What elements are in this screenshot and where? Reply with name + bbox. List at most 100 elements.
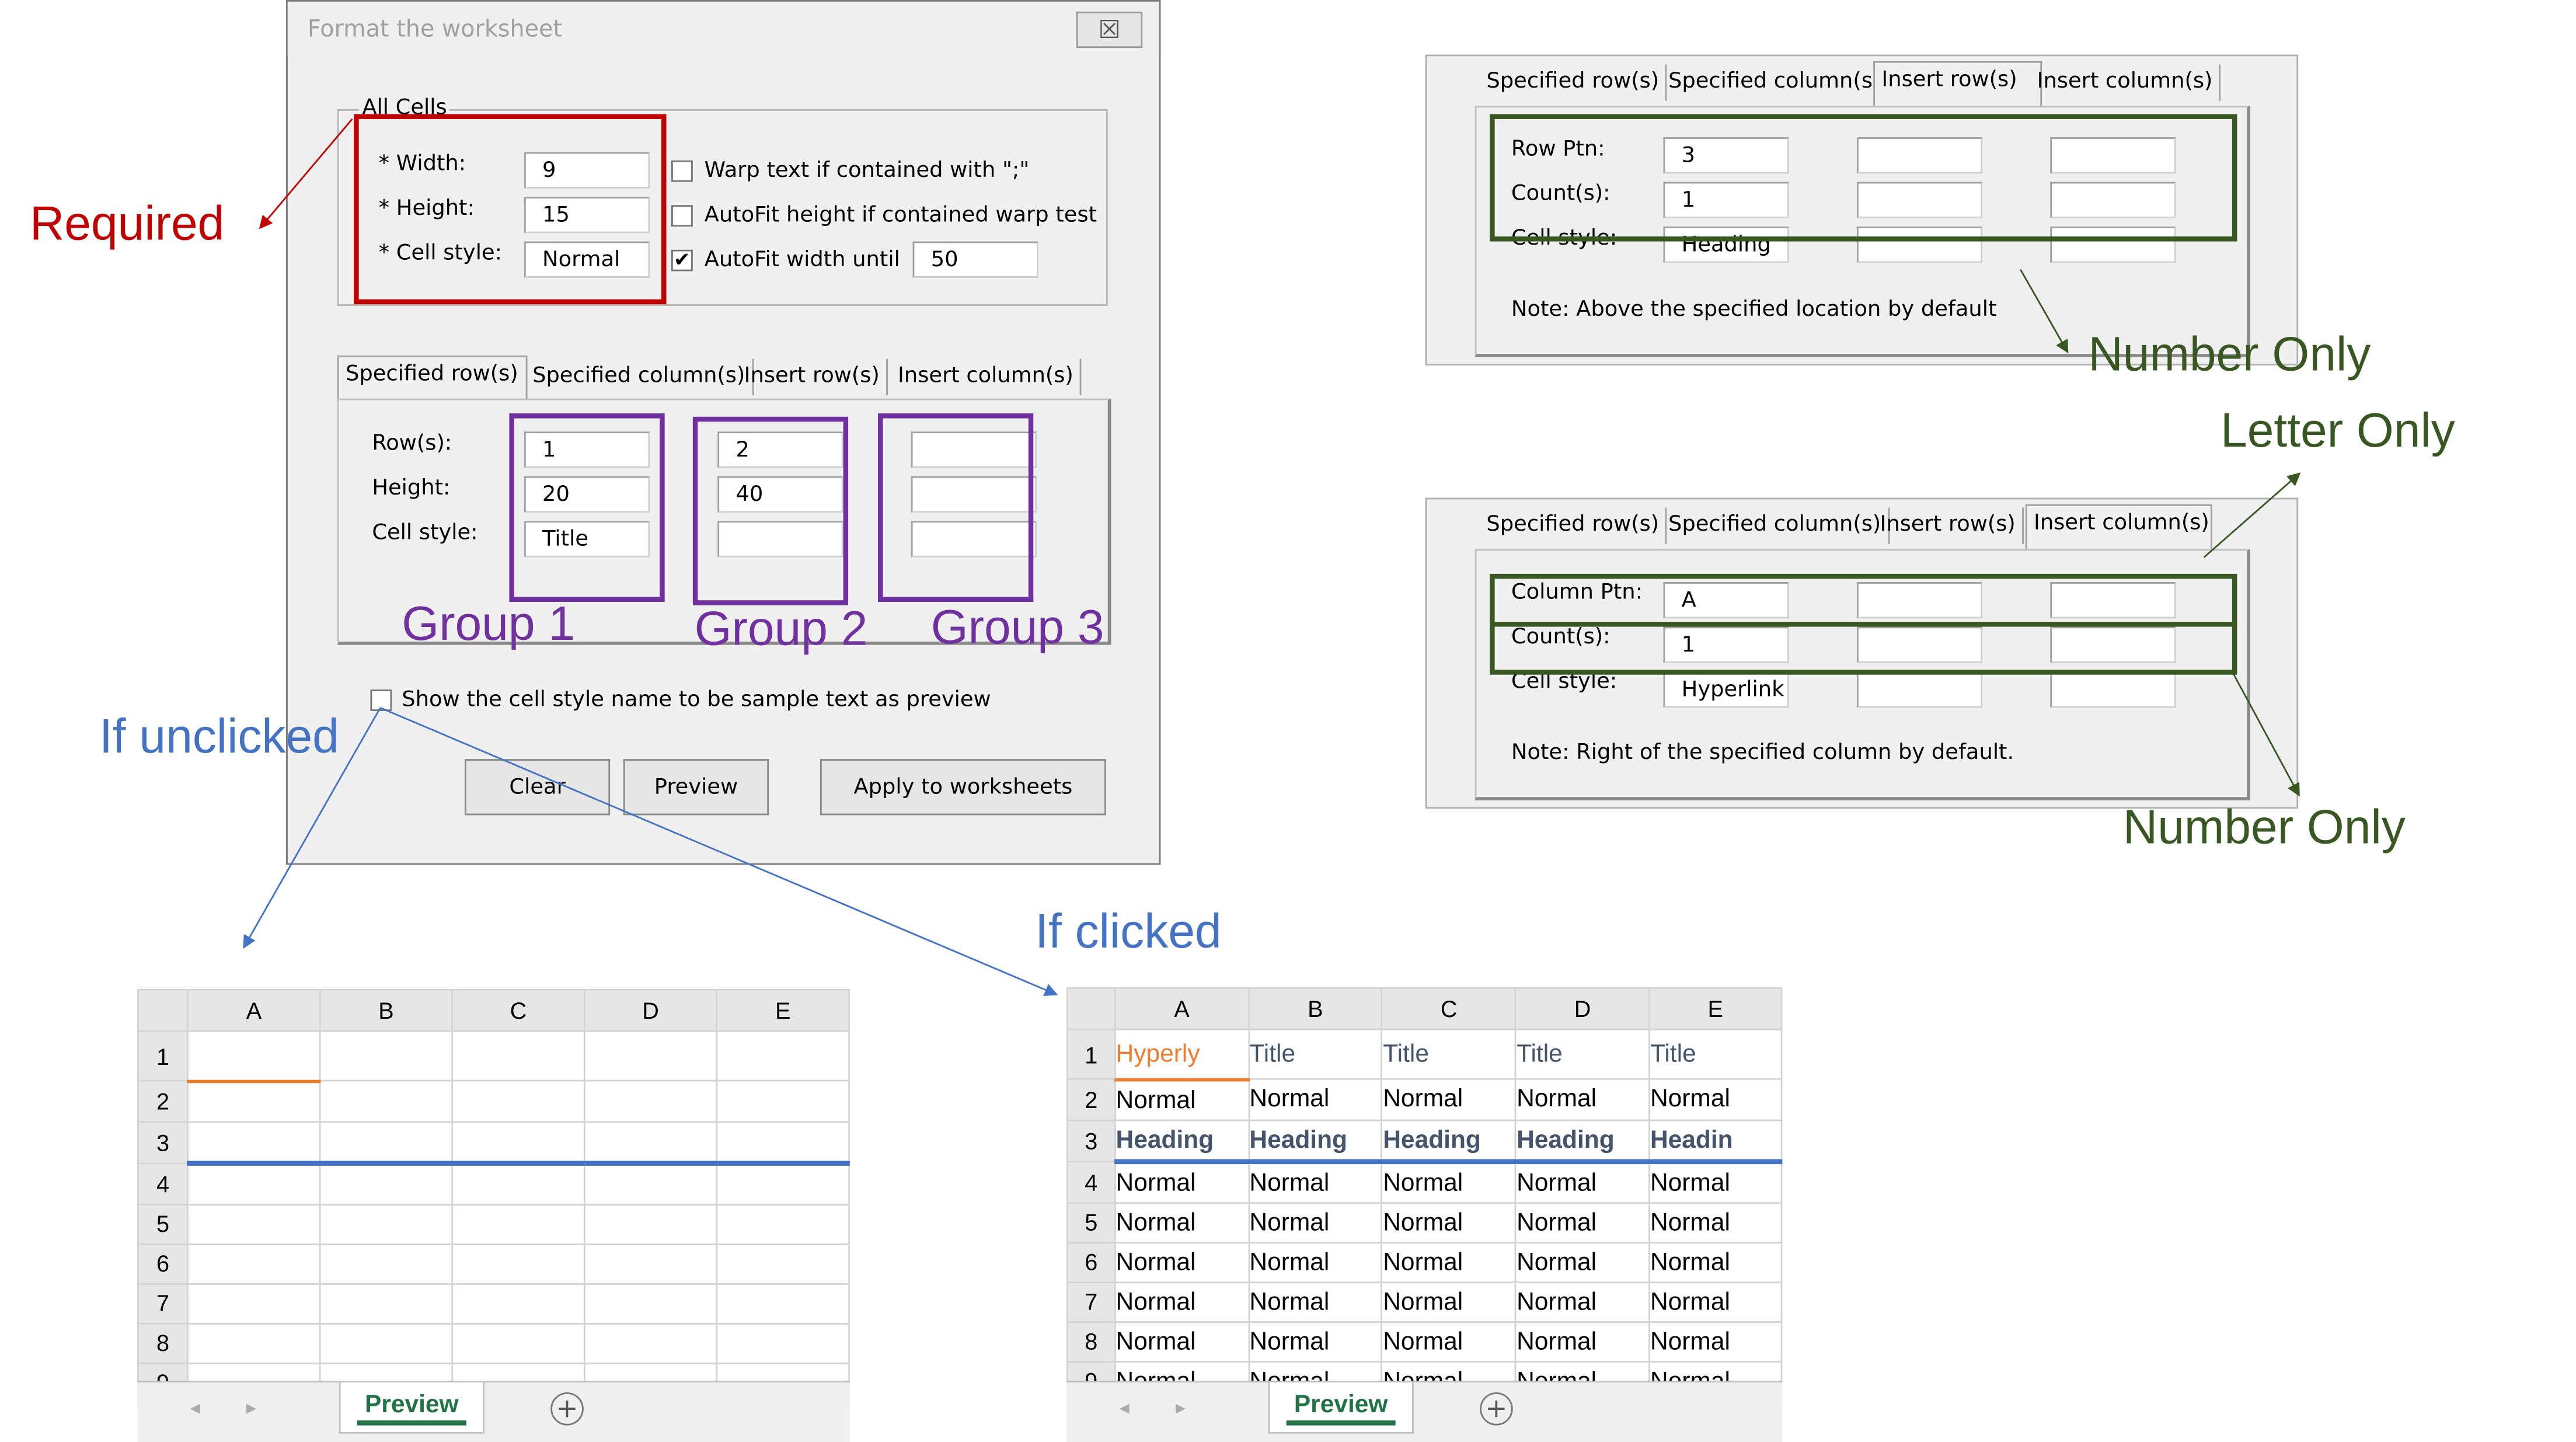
clear-button[interactable]: Clear — [464, 759, 611, 816]
cell[interactable]: Normal — [1515, 1320, 1650, 1362]
cell[interactable]: Normal — [1114, 1159, 1250, 1203]
cell[interactable] — [187, 1161, 321, 1205]
cell[interactable]: Title — [1648, 1028, 1783, 1080]
cell[interactable]: Normal — [1648, 1241, 1783, 1283]
cell-style-input-3[interactable] — [2050, 671, 2176, 708]
sheet-tab-preview[interactable]: Preview — [339, 1382, 484, 1434]
tab-insert-columns[interactable]: Insert column(s) — [2030, 64, 2221, 101]
column-header[interactable]: A — [1114, 987, 1250, 1030]
cell[interactable] — [187, 1079, 321, 1122]
cell[interactable] — [187, 1203, 321, 1245]
preview-style-checkbox[interactable] — [370, 689, 392, 711]
cell[interactable]: Normal — [1515, 1241, 1650, 1283]
row-header[interactable]: 1 — [137, 1030, 189, 1082]
cell[interactable] — [187, 1120, 321, 1165]
cell[interactable]: Normal — [1381, 1201, 1517, 1243]
add-sheet-icon[interactable]: + — [550, 1392, 584, 1426]
scroll-left-icon[interactable]: ◂ — [190, 1396, 200, 1419]
column-header[interactable]: B — [1247, 987, 1383, 1030]
cell[interactable] — [187, 1322, 321, 1364]
cell[interactable]: Normal — [1381, 1320, 1517, 1362]
cell[interactable]: Title — [1247, 1028, 1383, 1080]
cell[interactable]: Heading — [1515, 1119, 1650, 1164]
tab-insert-rows[interactable]: Insert row(s) — [1873, 61, 2042, 106]
cell[interactable]: Normal — [1648, 1078, 1783, 1120]
row-header[interactable]: 7 — [137, 1282, 189, 1324]
cell-style-input[interactable]: Hyperlink — [1663, 671, 1789, 708]
cell[interactable]: Normal — [1381, 1078, 1517, 1120]
cell[interactable] — [583, 1282, 718, 1324]
cell[interactable]: Hyperly — [1114, 1028, 1250, 1081]
cell[interactable] — [451, 1030, 585, 1082]
row-header[interactable]: 4 — [1066, 1159, 1116, 1203]
row-header[interactable]: 6 — [1066, 1241, 1116, 1283]
cell[interactable]: Title — [1381, 1028, 1517, 1080]
cell[interactable]: Normal — [1515, 1201, 1650, 1243]
cell[interactable] — [583, 1203, 718, 1245]
cell[interactable]: Heading — [1381, 1119, 1517, 1164]
cell[interactable]: Normal — [1247, 1201, 1383, 1243]
cell[interactable]: Normal — [1247, 1320, 1383, 1362]
cell[interactable] — [716, 1161, 850, 1205]
row-header[interactable]: 7 — [1066, 1280, 1116, 1322]
cell[interactable]: Normal — [1381, 1241, 1517, 1283]
cell[interactable]: Normal — [1114, 1241, 1250, 1283]
tab-specified-rows[interactable]: Specified row(s) — [1480, 64, 1668, 101]
row-header[interactable]: 8 — [1066, 1320, 1116, 1362]
row-header[interactable]: 5 — [137, 1203, 189, 1245]
tab-insert-rows[interactable]: Insert row(s) — [1873, 507, 2024, 544]
cell-style-input-2[interactable] — [1856, 671, 1983, 708]
cell[interactable] — [319, 1120, 454, 1165]
column-header[interactable]: D — [1515, 987, 1650, 1030]
cell[interactable] — [451, 1079, 585, 1122]
cell[interactable]: Normal — [1381, 1280, 1517, 1322]
column-header[interactable]: C — [451, 988, 585, 1032]
cell[interactable] — [319, 1030, 454, 1082]
autofit-height-checkbox[interactable] — [671, 205, 693, 227]
tab-specified-columns[interactable]: Specified column(s) — [526, 358, 754, 395]
cell[interactable] — [319, 1282, 454, 1324]
tab-insert-columns[interactable]: Insert column(s) — [891, 358, 1082, 395]
column-header[interactable]: C — [1381, 987, 1517, 1030]
column-header[interactable]: A — [187, 988, 321, 1032]
autofit-width-input[interactable]: 50 — [912, 241, 1038, 278]
row-header[interactable]: 5 — [1066, 1201, 1116, 1243]
row-header[interactable]: 6 — [137, 1242, 189, 1284]
row-header[interactable]: 3 — [1066, 1119, 1116, 1162]
cell[interactable]: Normal — [1515, 1280, 1650, 1322]
column-header[interactable]: E — [716, 988, 850, 1032]
cell[interactable] — [451, 1161, 585, 1205]
cell[interactable] — [716, 1120, 850, 1165]
cell[interactable] — [716, 1322, 850, 1364]
cell[interactable] — [187, 1030, 321, 1082]
cell[interactable]: Normal — [1381, 1159, 1517, 1203]
cell[interactable] — [187, 1242, 321, 1284]
cell[interactable]: Normal — [1247, 1280, 1383, 1322]
row-header[interactable]: 8 — [137, 1322, 189, 1364]
cell[interactable] — [319, 1242, 454, 1284]
cell[interactable] — [319, 1322, 454, 1364]
cell[interactable] — [583, 1161, 718, 1205]
cell[interactable] — [451, 1282, 585, 1324]
cell[interactable] — [319, 1203, 454, 1245]
warp-text-checkbox[interactable] — [671, 160, 693, 182]
sheet-tab-preview[interactable]: Preview — [1268, 1382, 1414, 1434]
row-header[interactable]: 2 — [1066, 1078, 1116, 1120]
tab-insert-columns[interactable]: Insert column(s) — [2025, 504, 2212, 549]
cell[interactable] — [319, 1161, 454, 1205]
cell[interactable] — [451, 1203, 585, 1245]
row-header[interactable]: 2 — [137, 1079, 189, 1122]
cell[interactable]: Normal — [1648, 1320, 1783, 1362]
row-header[interactable]: 1 — [1066, 1028, 1116, 1080]
cell[interactable]: Heading — [1247, 1119, 1383, 1164]
row-header[interactable]: 3 — [137, 1120, 189, 1164]
scroll-left-icon[interactable]: ◂ — [1120, 1396, 1130, 1419]
cell[interactable] — [451, 1322, 585, 1364]
cell[interactable]: Normal — [1247, 1159, 1383, 1203]
cell[interactable] — [583, 1030, 718, 1082]
autofit-width-checkbox[interactable]: ✔ — [671, 249, 693, 271]
tab-specified-columns[interactable]: Specified column(s) — [1662, 64, 1890, 101]
cell[interactable] — [583, 1120, 718, 1165]
cell[interactable] — [451, 1242, 585, 1284]
cell[interactable] — [716, 1242, 850, 1284]
